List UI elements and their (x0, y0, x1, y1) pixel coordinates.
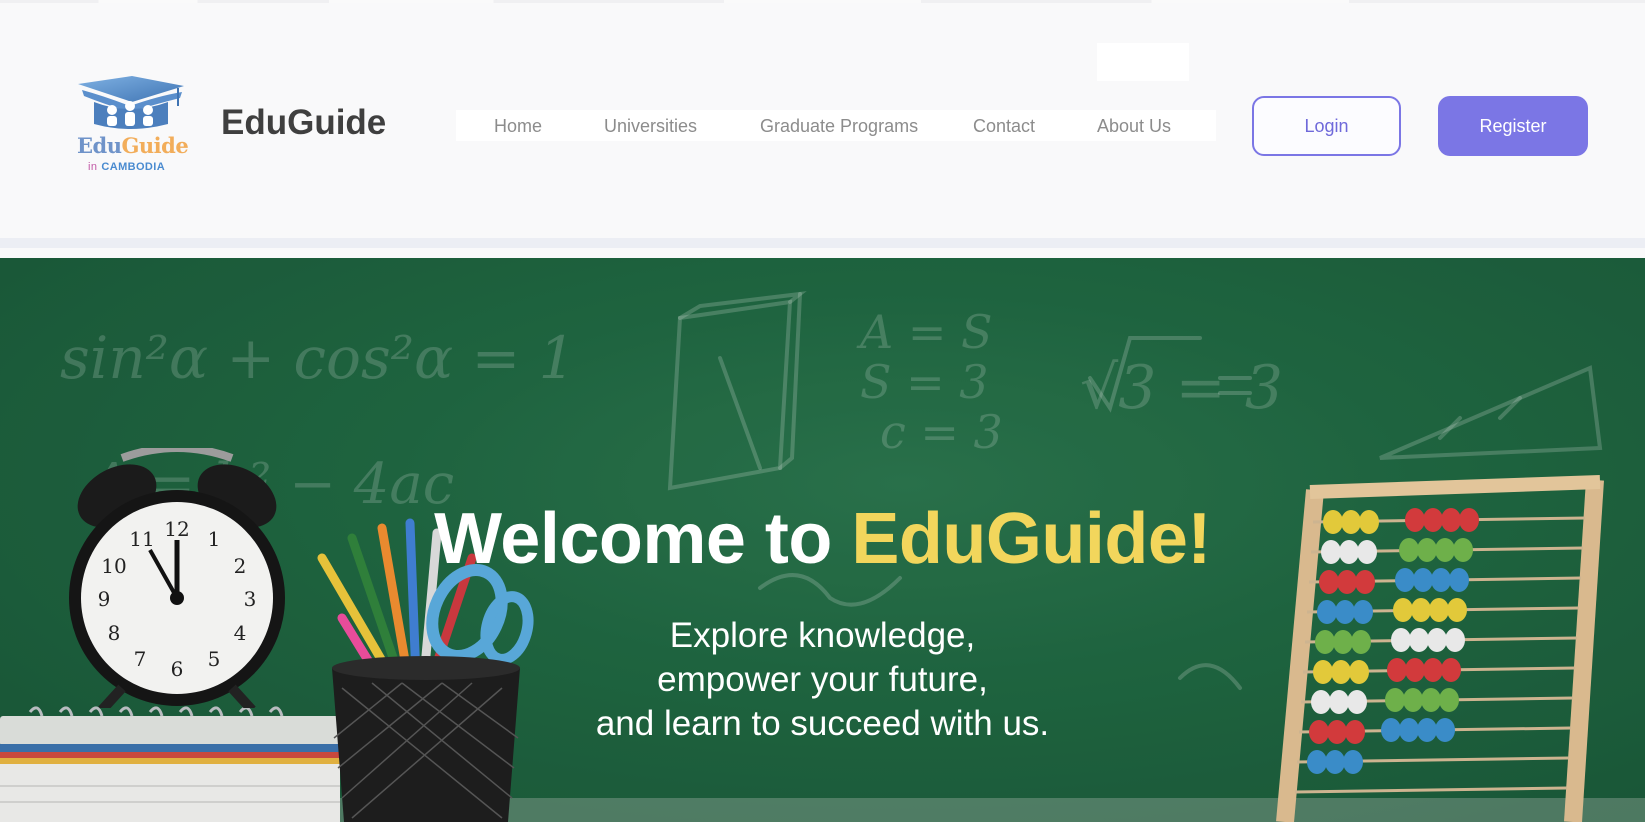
hero-subtitle-line-3: and learn to succeed with us. (595, 704, 1050, 743)
hero-title-accent: EduGuide! (851, 499, 1211, 579)
main-nav: Home Universities Graduate Programs Cont… (456, 110, 1216, 141)
hero-subtitle-line-2: empower your future, (657, 660, 988, 699)
nav-contact[interactable]: Contact (973, 116, 1035, 137)
logo-sub-country: CAMBODIA (101, 161, 166, 173)
logo-country: in CAMBODIA (88, 161, 188, 173)
hero-title-prefix: Welcome to (434, 499, 852, 579)
login-button[interactable]: Login (1252, 96, 1401, 156)
logo-wordmark: EduGuide (77, 133, 189, 158)
logo-sub-in: in (88, 161, 98, 173)
site-header: EduGuide in CAMBODIA EduGuide Home Univer… (0, 0, 1645, 248)
header-blank-box (1097, 43, 1189, 81)
brand-name[interactable]: EduGuide (221, 103, 386, 143)
header-top-border (0, 0, 1645, 3)
hero-subtitle: Explore knowledge, empower your future, … (0, 614, 1645, 746)
nav-home[interactable]: Home (494, 116, 542, 137)
hero-subtitle-line-1: Explore knowledge, (669, 616, 976, 655)
logo-word-edu: Edu (77, 133, 122, 158)
eduguide-logo[interactable]: EduGuide in CAMBODIA (74, 76, 189, 180)
clock-numeral-9: 9 (98, 587, 111, 611)
nav-graduate-programs[interactable]: Graduate Programs (760, 116, 918, 137)
hero-banner: sin²α + cos²α = 1 A = S S = 3 c = 3 √3 =… (0, 258, 1645, 822)
clock-numeral-3: 3 (244, 587, 257, 611)
logo-word-guide: Guide (121, 133, 189, 158)
nav-about-us[interactable]: About Us (1097, 116, 1171, 137)
nav-universities[interactable]: Universities (604, 116, 697, 137)
register-button[interactable]: Register (1438, 96, 1588, 156)
hero-title: Welcome to EduGuide! (0, 498, 1645, 580)
graduation-cap-icon (78, 76, 184, 129)
